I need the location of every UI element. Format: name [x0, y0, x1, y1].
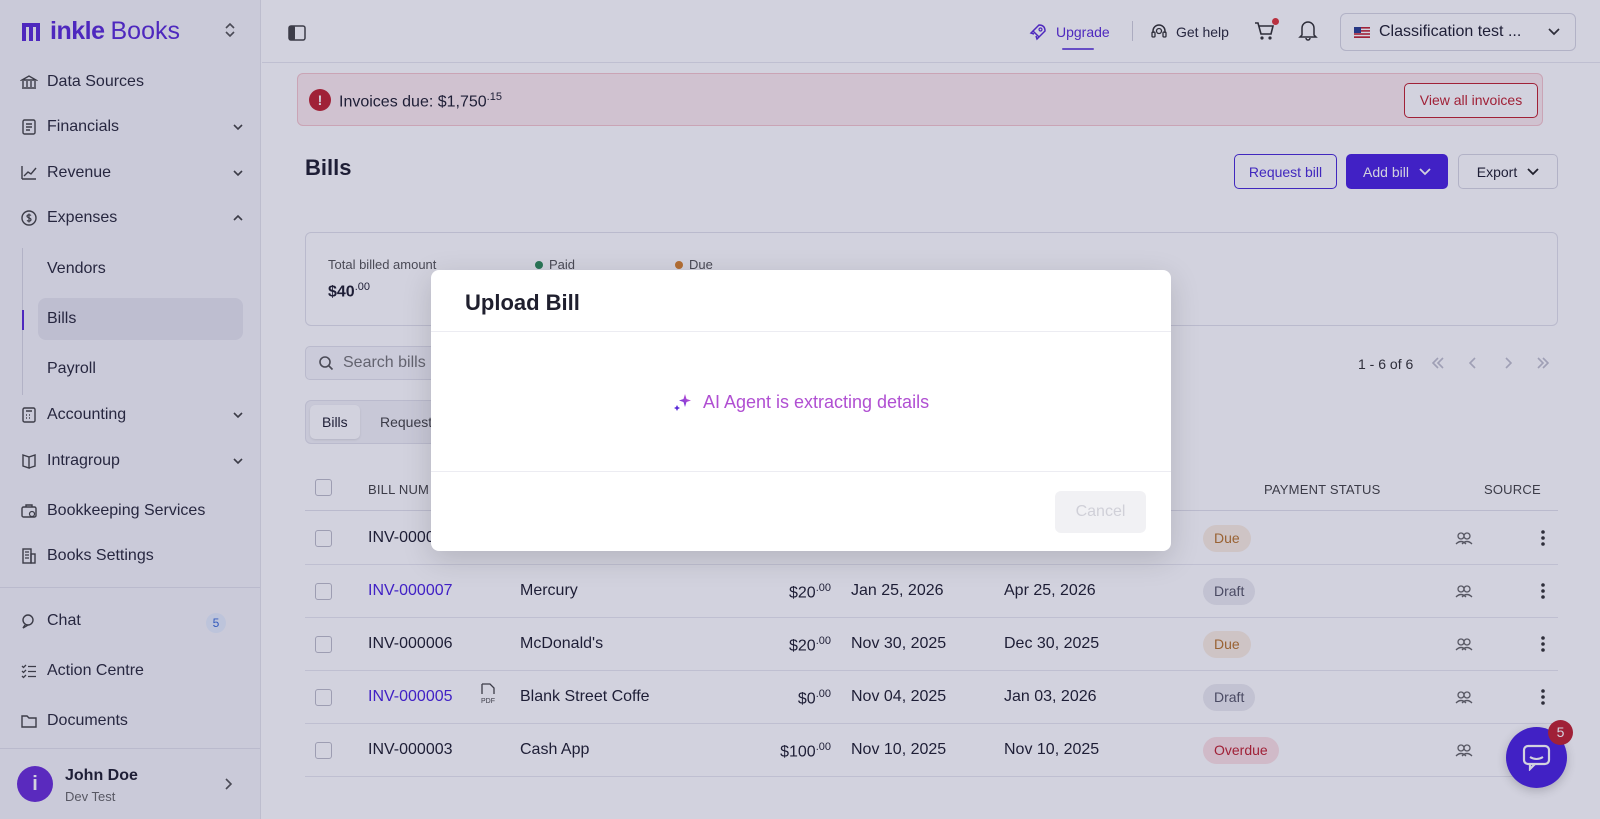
upload-bill-modal: Upload Bill AI Agent is extracting detai…	[431, 270, 1171, 551]
cancel-button[interactable]: Cancel	[1055, 491, 1146, 533]
modal-title: Upload Bill	[465, 290, 580, 315]
modal-body: AI Agent is extracting details	[431, 332, 1171, 472]
sparkle-icon	[673, 394, 691, 411]
modal-divider	[431, 471, 1171, 472]
extracting-status: AI Agent is extracting details	[702, 391, 930, 412]
